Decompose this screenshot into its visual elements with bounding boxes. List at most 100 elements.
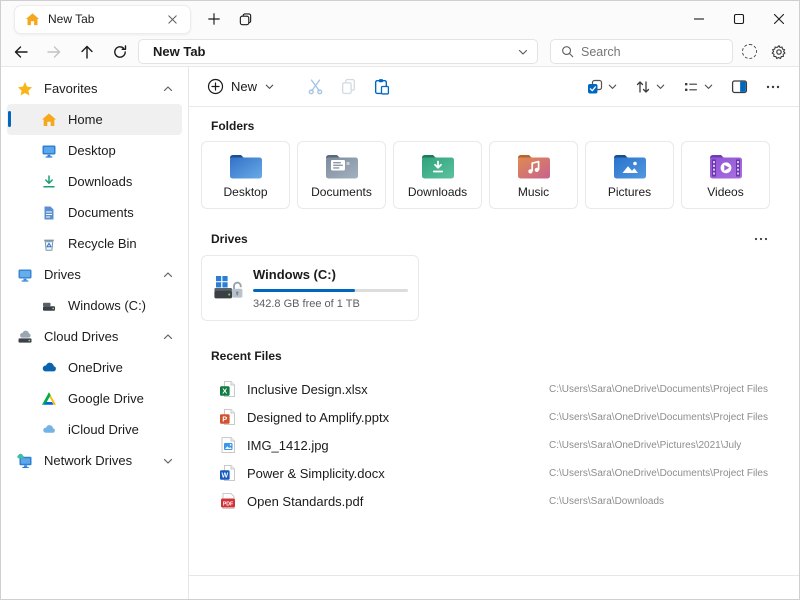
- details-pane-icon[interactable]: [727, 75, 752, 98]
- svg-text:P: P: [222, 415, 227, 424]
- pdf-file-icon: PDF: [219, 492, 237, 510]
- hard-drive-icon: [41, 298, 57, 314]
- up-button[interactable]: [73, 38, 101, 66]
- bitlocker-drive-icon: [212, 267, 244, 309]
- chevron-up-icon[interactable]: [162, 83, 174, 95]
- folder-card-videos[interactable]: Videos: [681, 141, 770, 209]
- close-button[interactable]: [759, 2, 799, 36]
- google-drive-icon: [41, 391, 57, 407]
- recent-file-row[interactable]: P Designed to Amplify.pptx C:\Users\Sara…: [201, 403, 787, 431]
- refresh-button[interactable]: [106, 38, 134, 66]
- more-options-icon[interactable]: [761, 76, 785, 98]
- folder-card-pictures[interactable]: Pictures: [585, 141, 674, 209]
- view-layout-button[interactable]: [679, 76, 718, 98]
- sidebar-section-drives[interactable]: Drives: [7, 259, 182, 290]
- pictures-folder-icon: [612, 151, 648, 181]
- window-controls: [679, 2, 799, 36]
- minimize-button[interactable]: [679, 2, 719, 36]
- sidebar-section-favorites[interactable]: Favorites: [7, 73, 182, 104]
- select-button[interactable]: [583, 76, 622, 98]
- tab-close-icon[interactable]: [162, 9, 182, 29]
- chevron-down-icon[interactable]: [162, 455, 174, 467]
- svg-text:W: W: [221, 473, 228, 480]
- sidebar-item-icloud-drive[interactable]: iCloud Drive: [7, 414, 182, 445]
- chevron-up-icon[interactable]: [162, 331, 174, 343]
- sidebar-item-home[interactable]: Home: [7, 104, 182, 135]
- drives-monitor-icon: [17, 267, 33, 283]
- recent-file-row[interactable]: X Inclusive Design.xlsx C:\Users\Sara\On…: [201, 375, 787, 403]
- sidebar-item-documents[interactable]: Documents: [7, 197, 182, 228]
- chevron-down-icon: [607, 81, 618, 92]
- address-dropdown-chevron-icon[interactable]: [517, 46, 529, 58]
- folder-card-documents[interactable]: Documents: [297, 141, 386, 209]
- recycle-bin-icon: [41, 236, 57, 252]
- drives-more-icon[interactable]: [753, 231, 769, 247]
- recent-file-row[interactable]: W Power & Simplicity.docx C:\Users\Sara\…: [201, 459, 787, 487]
- sidebar: Favorites Home Desktop: [1, 67, 189, 599]
- tab-title: New Tab: [48, 12, 162, 26]
- recent-files-section-title: Recent Files: [211, 349, 787, 363]
- chevron-down-icon: [703, 81, 714, 92]
- sidebar-item-recycle-bin[interactable]: Recycle Bin: [7, 228, 182, 259]
- address-bar[interactable]: New Tab: [138, 39, 538, 64]
- chevron-down-icon: [264, 81, 275, 92]
- documents-folder-icon: [324, 151, 360, 181]
- cloud-drive-icon: [17, 329, 33, 345]
- cut-icon[interactable]: [307, 78, 324, 95]
- home-icon: [41, 112, 57, 128]
- settings-gear-icon[interactable]: [771, 44, 787, 60]
- file-explorer-window: New Tab: [0, 0, 800, 600]
- star-icon: [17, 81, 33, 97]
- folder-card-music[interactable]: Music: [489, 141, 578, 209]
- chevron-down-icon: [655, 81, 666, 92]
- folder-card-downloads[interactable]: Downloads: [393, 141, 482, 209]
- search-icon: [561, 45, 574, 58]
- folders-section-title: Folders: [211, 119, 787, 133]
- toolbar: New: [189, 67, 799, 107]
- excel-file-icon: X: [219, 380, 237, 398]
- sidebar-section-network-drives[interactable]: Network Drives: [7, 445, 182, 476]
- search-input[interactable]: Search: [550, 39, 733, 64]
- drive-name: Windows (C:): [253, 267, 408, 282]
- onedrive-cloud-icon: [41, 360, 57, 376]
- icloud-cloud-icon: [41, 422, 57, 438]
- sidebar-section-cloud-drives[interactable]: Cloud Drives: [7, 321, 182, 352]
- document-icon: [41, 205, 57, 221]
- selection-indicator: [8, 111, 11, 127]
- videos-folder-icon: [708, 151, 744, 181]
- tab-overview-icon[interactable]: [231, 5, 259, 33]
- copy-icon[interactable]: [340, 78, 357, 95]
- drive-usage-bar: [253, 289, 408, 292]
- powerpoint-file-icon: P: [219, 408, 237, 426]
- sort-button[interactable]: [631, 76, 670, 98]
- sidebar-item-onedrive[interactable]: OneDrive: [7, 352, 182, 383]
- drives-section-title: Drives: [211, 232, 248, 246]
- download-icon: [41, 174, 57, 190]
- new-button[interactable]: New: [201, 74, 281, 99]
- tab-new-tab[interactable]: New Tab: [14, 5, 191, 34]
- folders-grid: Desktop Documents Downloads Music: [201, 141, 787, 209]
- sidebar-item-downloads[interactable]: Downloads: [7, 166, 182, 197]
- maximize-button[interactable]: [719, 2, 759, 36]
- word-file-icon: W: [219, 464, 237, 482]
- account-icon[interactable]: [742, 44, 757, 59]
- sidebar-item-desktop[interactable]: Desktop: [7, 135, 182, 166]
- sidebar-item-google-drive[interactable]: Google Drive: [7, 383, 182, 414]
- drive-usage-text: 342.8 GB free of 1 TB: [253, 298, 408, 310]
- image-file-icon: [219, 436, 237, 454]
- downloads-folder-icon: [420, 151, 456, 181]
- network-drive-icon: [17, 453, 33, 469]
- recent-file-row[interactable]: IMG_1412.jpg C:\Users\Sara\OneDrive\Pict…: [201, 431, 787, 459]
- drive-card-windows-c[interactable]: Windows (C:) 342.8 GB free of 1 TB: [201, 255, 419, 321]
- new-tab-button[interactable]: [200, 5, 228, 33]
- folder-card-desktop[interactable]: Desktop: [201, 141, 290, 209]
- home-content: Folders Desktop Documents Downloads: [189, 107, 799, 575]
- back-button[interactable]: [7, 38, 35, 66]
- home-icon: [25, 12, 40, 27]
- sidebar-item-windows-c[interactable]: Windows (C:): [7, 290, 182, 321]
- paste-icon[interactable]: [373, 78, 390, 95]
- titlebar: New Tab: [1, 1, 799, 37]
- chevron-up-icon[interactable]: [162, 269, 174, 281]
- recent-file-row[interactable]: PDF Open Standards.pdf C:\Users\Sara\Dow…: [201, 487, 787, 515]
- forward-button[interactable]: [40, 38, 68, 66]
